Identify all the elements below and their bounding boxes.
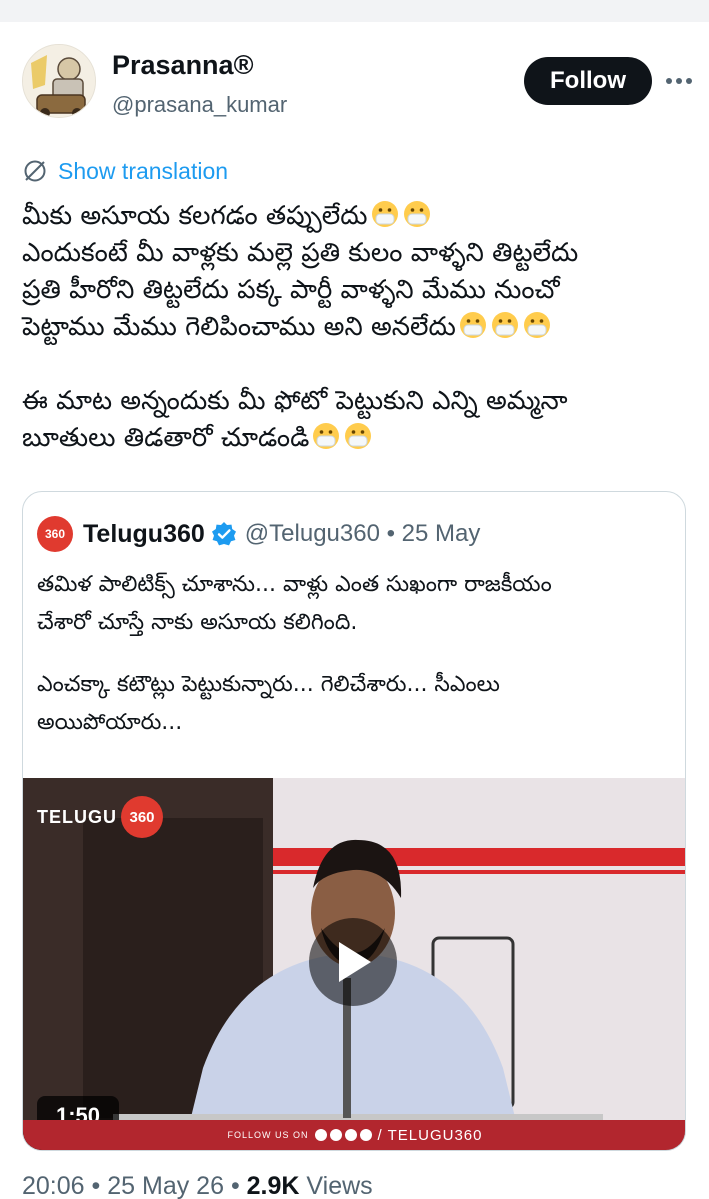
video-watermark: TELUGU 360 (37, 796, 163, 838)
youtube-icon (344, 1129, 357, 1141)
translate-icon (24, 160, 46, 182)
mask-face-emoji-icon (491, 312, 518, 338)
show-translation-label: Show translation (58, 157, 229, 184)
video-follow-strip: FOLLOW US ON / TELUGU360 (23, 1120, 685, 1150)
mask-face-emoji-icon (313, 423, 340, 449)
cartoon-avatar-icon (23, 45, 95, 117)
meta-separator: • (91, 1172, 101, 1199)
watermark-text: TELUGU (37, 806, 117, 827)
watermark-badge: 360 (121, 796, 163, 838)
mask-face-emoji-icon (345, 423, 372, 449)
quoted-tweet[interactable]: 360 Telugu360 @Telugu360 • 25 May తమిళ ప… (22, 491, 686, 1151)
author-display-name[interactable]: Prasanna® (112, 50, 253, 81)
quoted-tweet-text: తమిళ పాలిటిక్స్ చూశాను... వాళ్లు ఎంత సుఖ… (37, 566, 677, 742)
avatar[interactable] (22, 44, 96, 118)
views-label: Views (306, 1172, 373, 1199)
quoted-author-name[interactable]: Telugu360 (83, 520, 205, 549)
tweet-line: ఈ మాట అన్నందుకు మీ ఫోటో పెట్టుకుని ఎన్ని… (22, 386, 568, 416)
show-translation-link[interactable]: Show translation (22, 156, 228, 186)
verified-badge-icon (211, 522, 236, 546)
mask-face-emoji-icon (523, 312, 550, 338)
tweet-line: ప్రతి హీరోని తిట్టలేదు పక్క పార్టీ వాళ్ళ… (22, 275, 560, 305)
tweet-line: బూతులు తిడతారో చూడండి (22, 420, 687, 457)
play-button[interactable] (309, 918, 397, 1006)
more-button[interactable] (662, 64, 696, 98)
quoted-line: తమిళ పాలిటిక్స్ చూశాను... వాళ్లు ఎంత సుఖ… (37, 572, 552, 597)
more-icon (666, 78, 692, 84)
play-icon (339, 942, 371, 982)
quoted-line: అయిపోయారు... (37, 710, 183, 735)
tweet-meta: 20:06 • 25 May 26 • 2.9K Views (22, 1172, 373, 1199)
quoted-author-logo[interactable]: 360 (37, 516, 73, 552)
top-strip (0, 0, 709, 22)
quoted-handle-date: @Telugu360 • 25 May (244, 520, 481, 547)
follow-us-label: FOLLOW US ON (227, 1130, 309, 1140)
follow-button[interactable]: Follow (524, 57, 652, 105)
views-count: 2.9K (246, 1172, 300, 1199)
instagram-icon (329, 1129, 342, 1141)
tweet-line: ఎందుకంటే మీ వాళ్లకు మల్లె ప్రతి కులం వాళ… (22, 238, 579, 268)
strip-handle: / TELUGU360 (377, 1126, 483, 1144)
social-icons (314, 1129, 372, 1141)
tweet-time[interactable]: 20:06 (22, 1172, 85, 1199)
tweet-line: పెట్టాము మేము గెలిపించాము అని అనలేదు (22, 309, 687, 346)
quoted-line: చేశారో చూస్తే నాకు అసూయ కలిగింది. (37, 610, 358, 635)
quoted-tweet-header: 360 Telugu360 @Telugu360 • 25 May (37, 516, 480, 552)
twitter-icon (359, 1129, 372, 1141)
quoted-line: ఎంచక్కా కటౌట్లు పెట్టుకున్నారు... గెలిచే… (37, 672, 500, 697)
video-player[interactable]: TELUGU 360 1:50 FOLLOW US ON / TELUGU360 (23, 778, 685, 1150)
meta-separator: • (230, 1172, 240, 1199)
tweet-header: Prasanna® @prasana_kumar Follow (22, 42, 692, 122)
tweet-line: మీకు అసూయ కలగడం తప్పులేదు (22, 198, 687, 235)
mask-face-emoji-icon (459, 312, 486, 338)
tweet-date[interactable]: 25 May 26 (107, 1172, 224, 1199)
mask-face-emoji-icon (371, 201, 398, 227)
tweet-text: మీకు అసూయ కలగడం తప్పులేదు ఎందుకంటే మీ వా… (22, 198, 687, 457)
author-handle[interactable]: @prasana_kumar (112, 92, 287, 118)
facebook-icon (314, 1129, 327, 1141)
mask-face-emoji-icon (403, 201, 430, 227)
